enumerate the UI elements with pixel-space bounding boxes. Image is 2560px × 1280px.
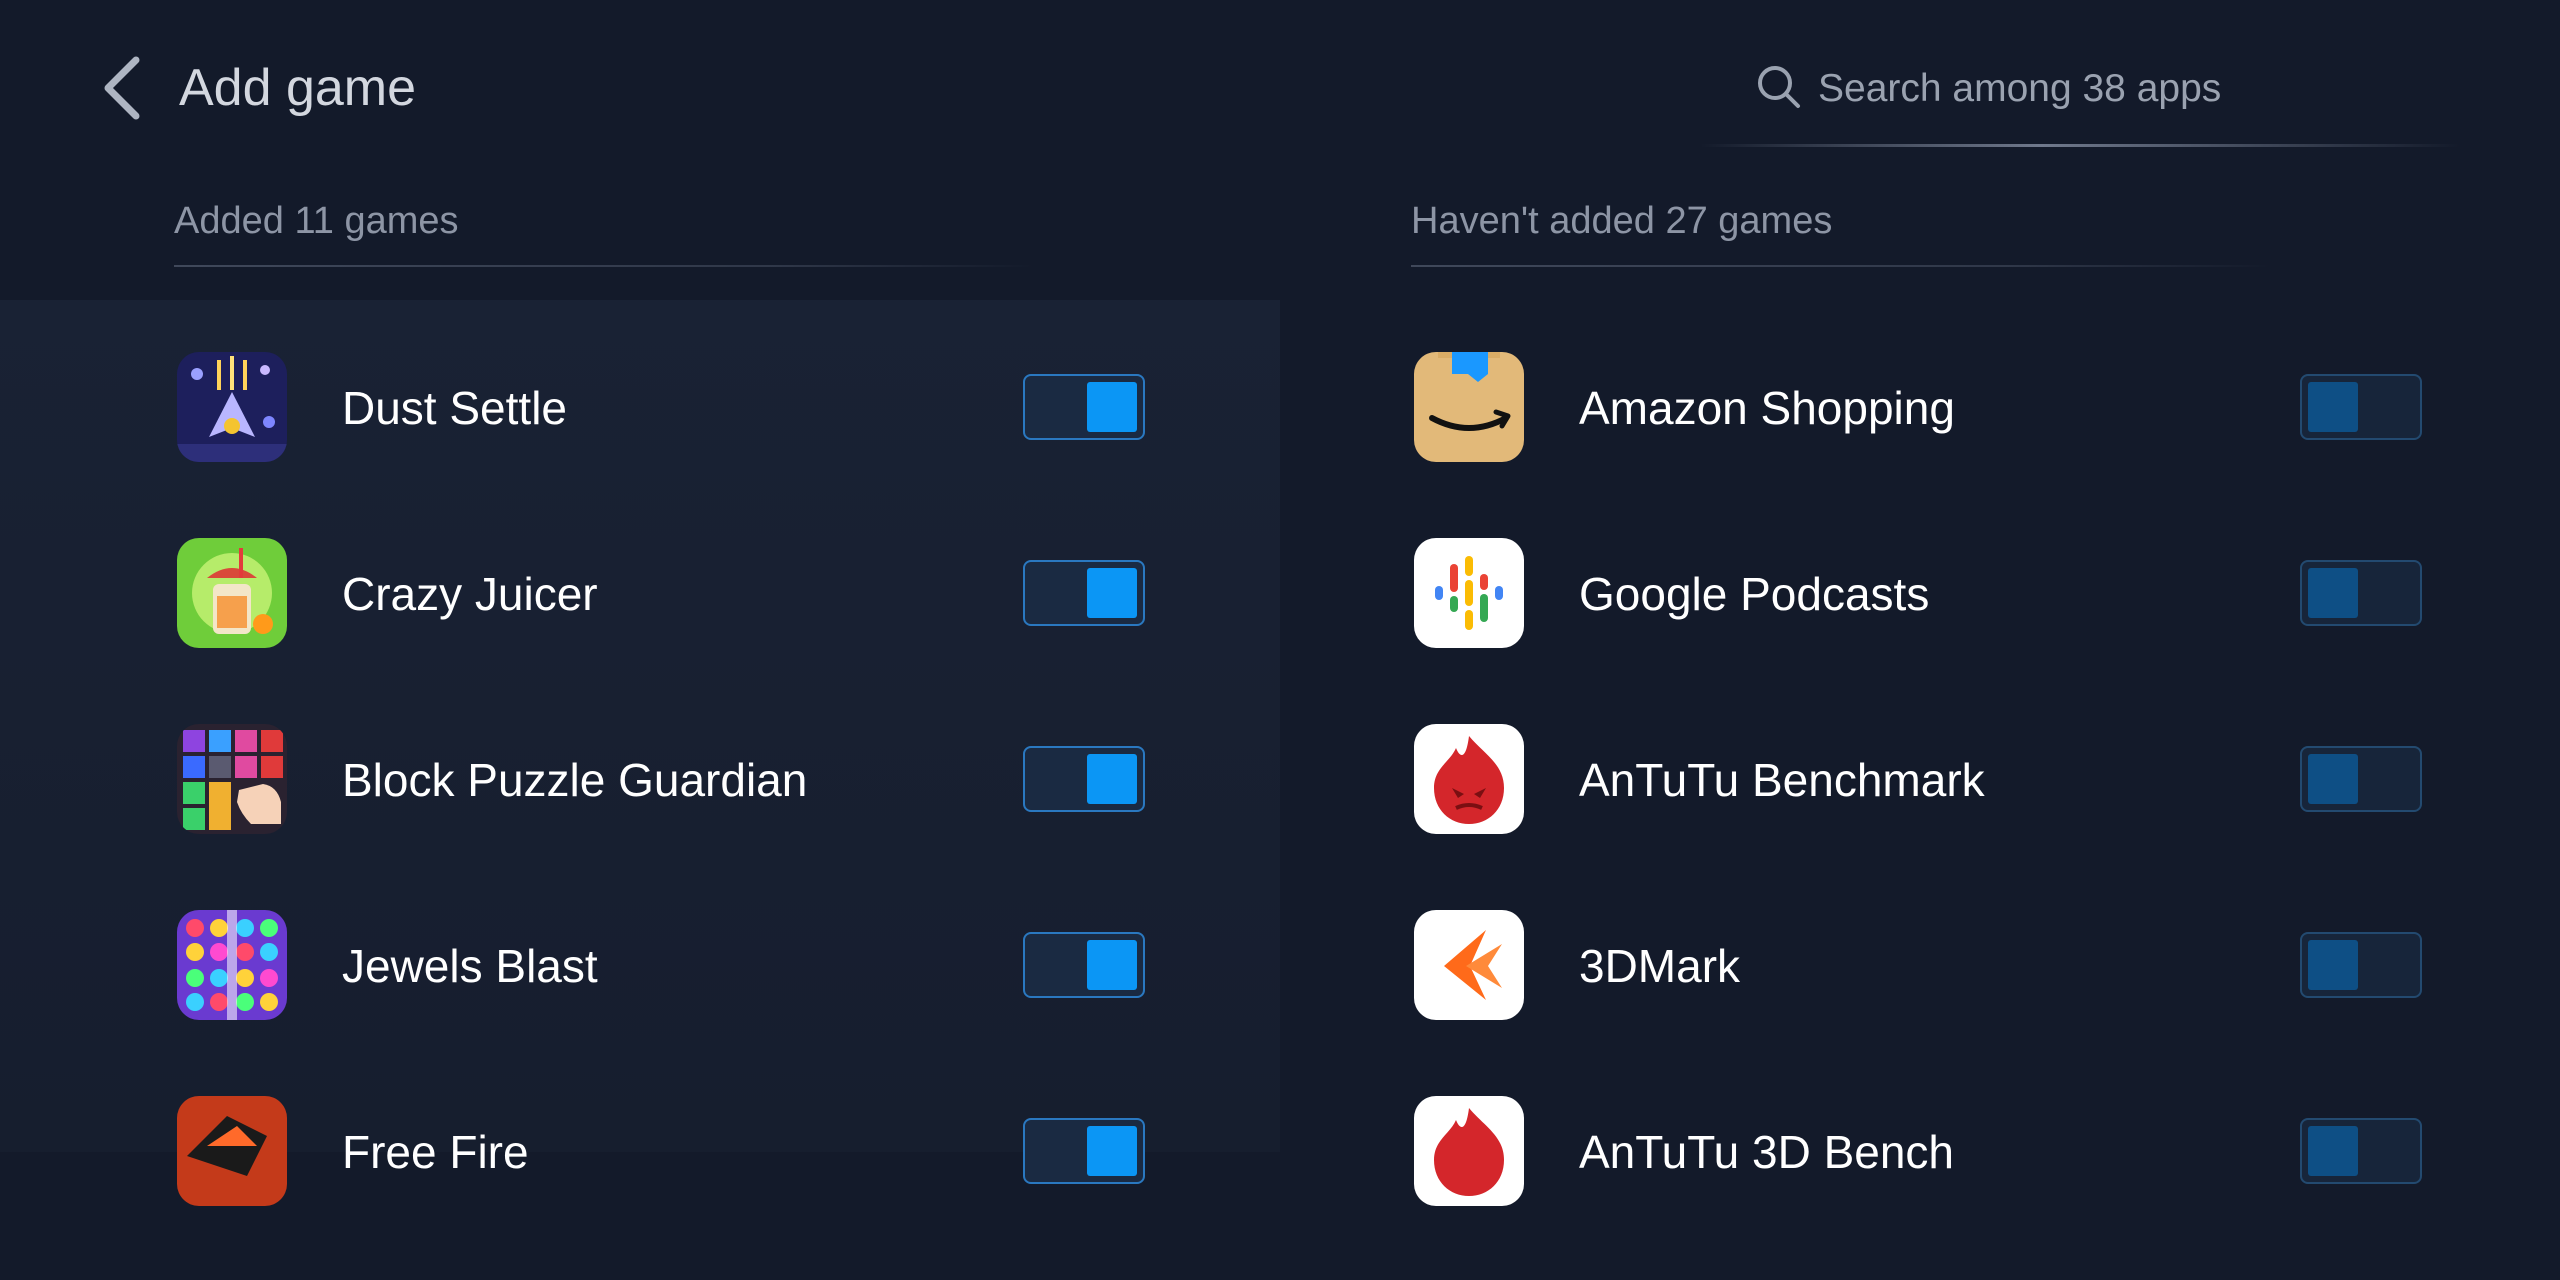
list-item[interactable]: AnTuTu 3D Bench: [1414, 1094, 2434, 1280]
not-added-games-header: Haven't added 27 games: [1411, 200, 1833, 242]
toggle-knob: [2308, 382, 2358, 432]
jewels-blast-app-icon: [177, 910, 287, 1020]
toggle-knob: [1087, 568, 1137, 618]
antutu-3d-bench-app-icon: [1414, 1096, 1524, 1206]
game-toggle[interactable]: [2300, 1118, 2422, 1184]
app-name: AnTuTu Benchmark: [1579, 754, 1985, 806]
game-toggle[interactable]: [1023, 374, 1145, 440]
app-name: Dust Settle: [342, 382, 567, 434]
search-placeholder: Search among 38 apps: [1818, 67, 2222, 110]
list-item[interactable]: Crazy Juicer: [177, 536, 1177, 722]
game-toggle[interactable]: [1023, 1118, 1145, 1184]
search-field[interactable]: Search among 38 apps: [1700, 50, 2460, 150]
game-toggle[interactable]: [2300, 932, 2422, 998]
app-name: Jewels Blast: [342, 940, 598, 992]
list-item[interactable]: Jewels Blast: [177, 908, 1177, 1094]
game-toggle[interactable]: [1023, 746, 1145, 812]
free-fire-app-icon: [177, 1096, 287, 1206]
toggle-knob: [1087, 1126, 1137, 1176]
app-name: Block Puzzle Guardian: [342, 754, 808, 806]
dust-settle-app-icon: [177, 352, 287, 462]
game-toggle[interactable]: [2300, 560, 2422, 626]
page-title: Add game: [179, 59, 417, 117]
list-item[interactable]: 3DMark: [1414, 908, 2434, 1094]
toggle-knob: [2308, 1126, 2358, 1176]
toggle-knob: [1087, 382, 1137, 432]
toggle-knob: [1087, 940, 1137, 990]
app-name: Crazy Juicer: [342, 568, 598, 620]
game-toggle[interactable]: [2300, 746, 2422, 812]
app-name: AnTuTu 3D Bench: [1579, 1126, 1955, 1178]
antutu-benchmark-app-icon: [1414, 724, 1524, 834]
chevron-left-icon: [104, 56, 140, 120]
added-games-header: Added 11 games: [174, 200, 459, 242]
3dmark-app-icon: [1414, 910, 1524, 1020]
amazon-shopping-app-icon: [1414, 352, 1524, 462]
toggle-knob: [2308, 568, 2358, 618]
list-item[interactable]: Block Puzzle Guardian: [177, 722, 1177, 908]
block-puzzle-guardian-app-icon: [177, 724, 287, 834]
app-name: Free Fire: [342, 1126, 529, 1178]
search-icon: [1758, 66, 1800, 108]
not-added-games-divider: [1411, 265, 2271, 267]
toggle-knob: [1087, 754, 1137, 804]
game-toggle[interactable]: [1023, 932, 1145, 998]
back-button[interactable]: [96, 50, 156, 126]
google-podcasts-app-icon: [1414, 538, 1524, 648]
app-name: 3DMark: [1579, 940, 1741, 992]
search-underline: [1700, 144, 2460, 147]
added-games-divider: [174, 265, 1034, 267]
toggle-knob: [2308, 940, 2358, 990]
game-toggle[interactable]: [2300, 374, 2422, 440]
app-name: Amazon Shopping: [1579, 382, 1955, 434]
list-item[interactable]: Google Podcasts: [1414, 536, 2434, 722]
list-item[interactable]: AnTuTu Benchmark: [1414, 722, 2434, 908]
added-games-list: Dust Settle Crazy Juicer Block Puzzle Gu…: [177, 350, 1177, 1280]
game-toggle[interactable]: [1023, 560, 1145, 626]
not-added-games-list: Amazon Shopping Google Podcasts AnTuTu B…: [1414, 350, 2434, 1280]
toggle-knob: [2308, 754, 2358, 804]
list-item[interactable]: Amazon Shopping: [1414, 350, 2434, 536]
list-item[interactable]: Free Fire: [177, 1094, 1177, 1280]
app-name: Google Podcasts: [1579, 568, 1930, 620]
list-item[interactable]: Dust Settle: [177, 350, 1177, 536]
crazy-juicer-app-icon: [177, 538, 287, 648]
